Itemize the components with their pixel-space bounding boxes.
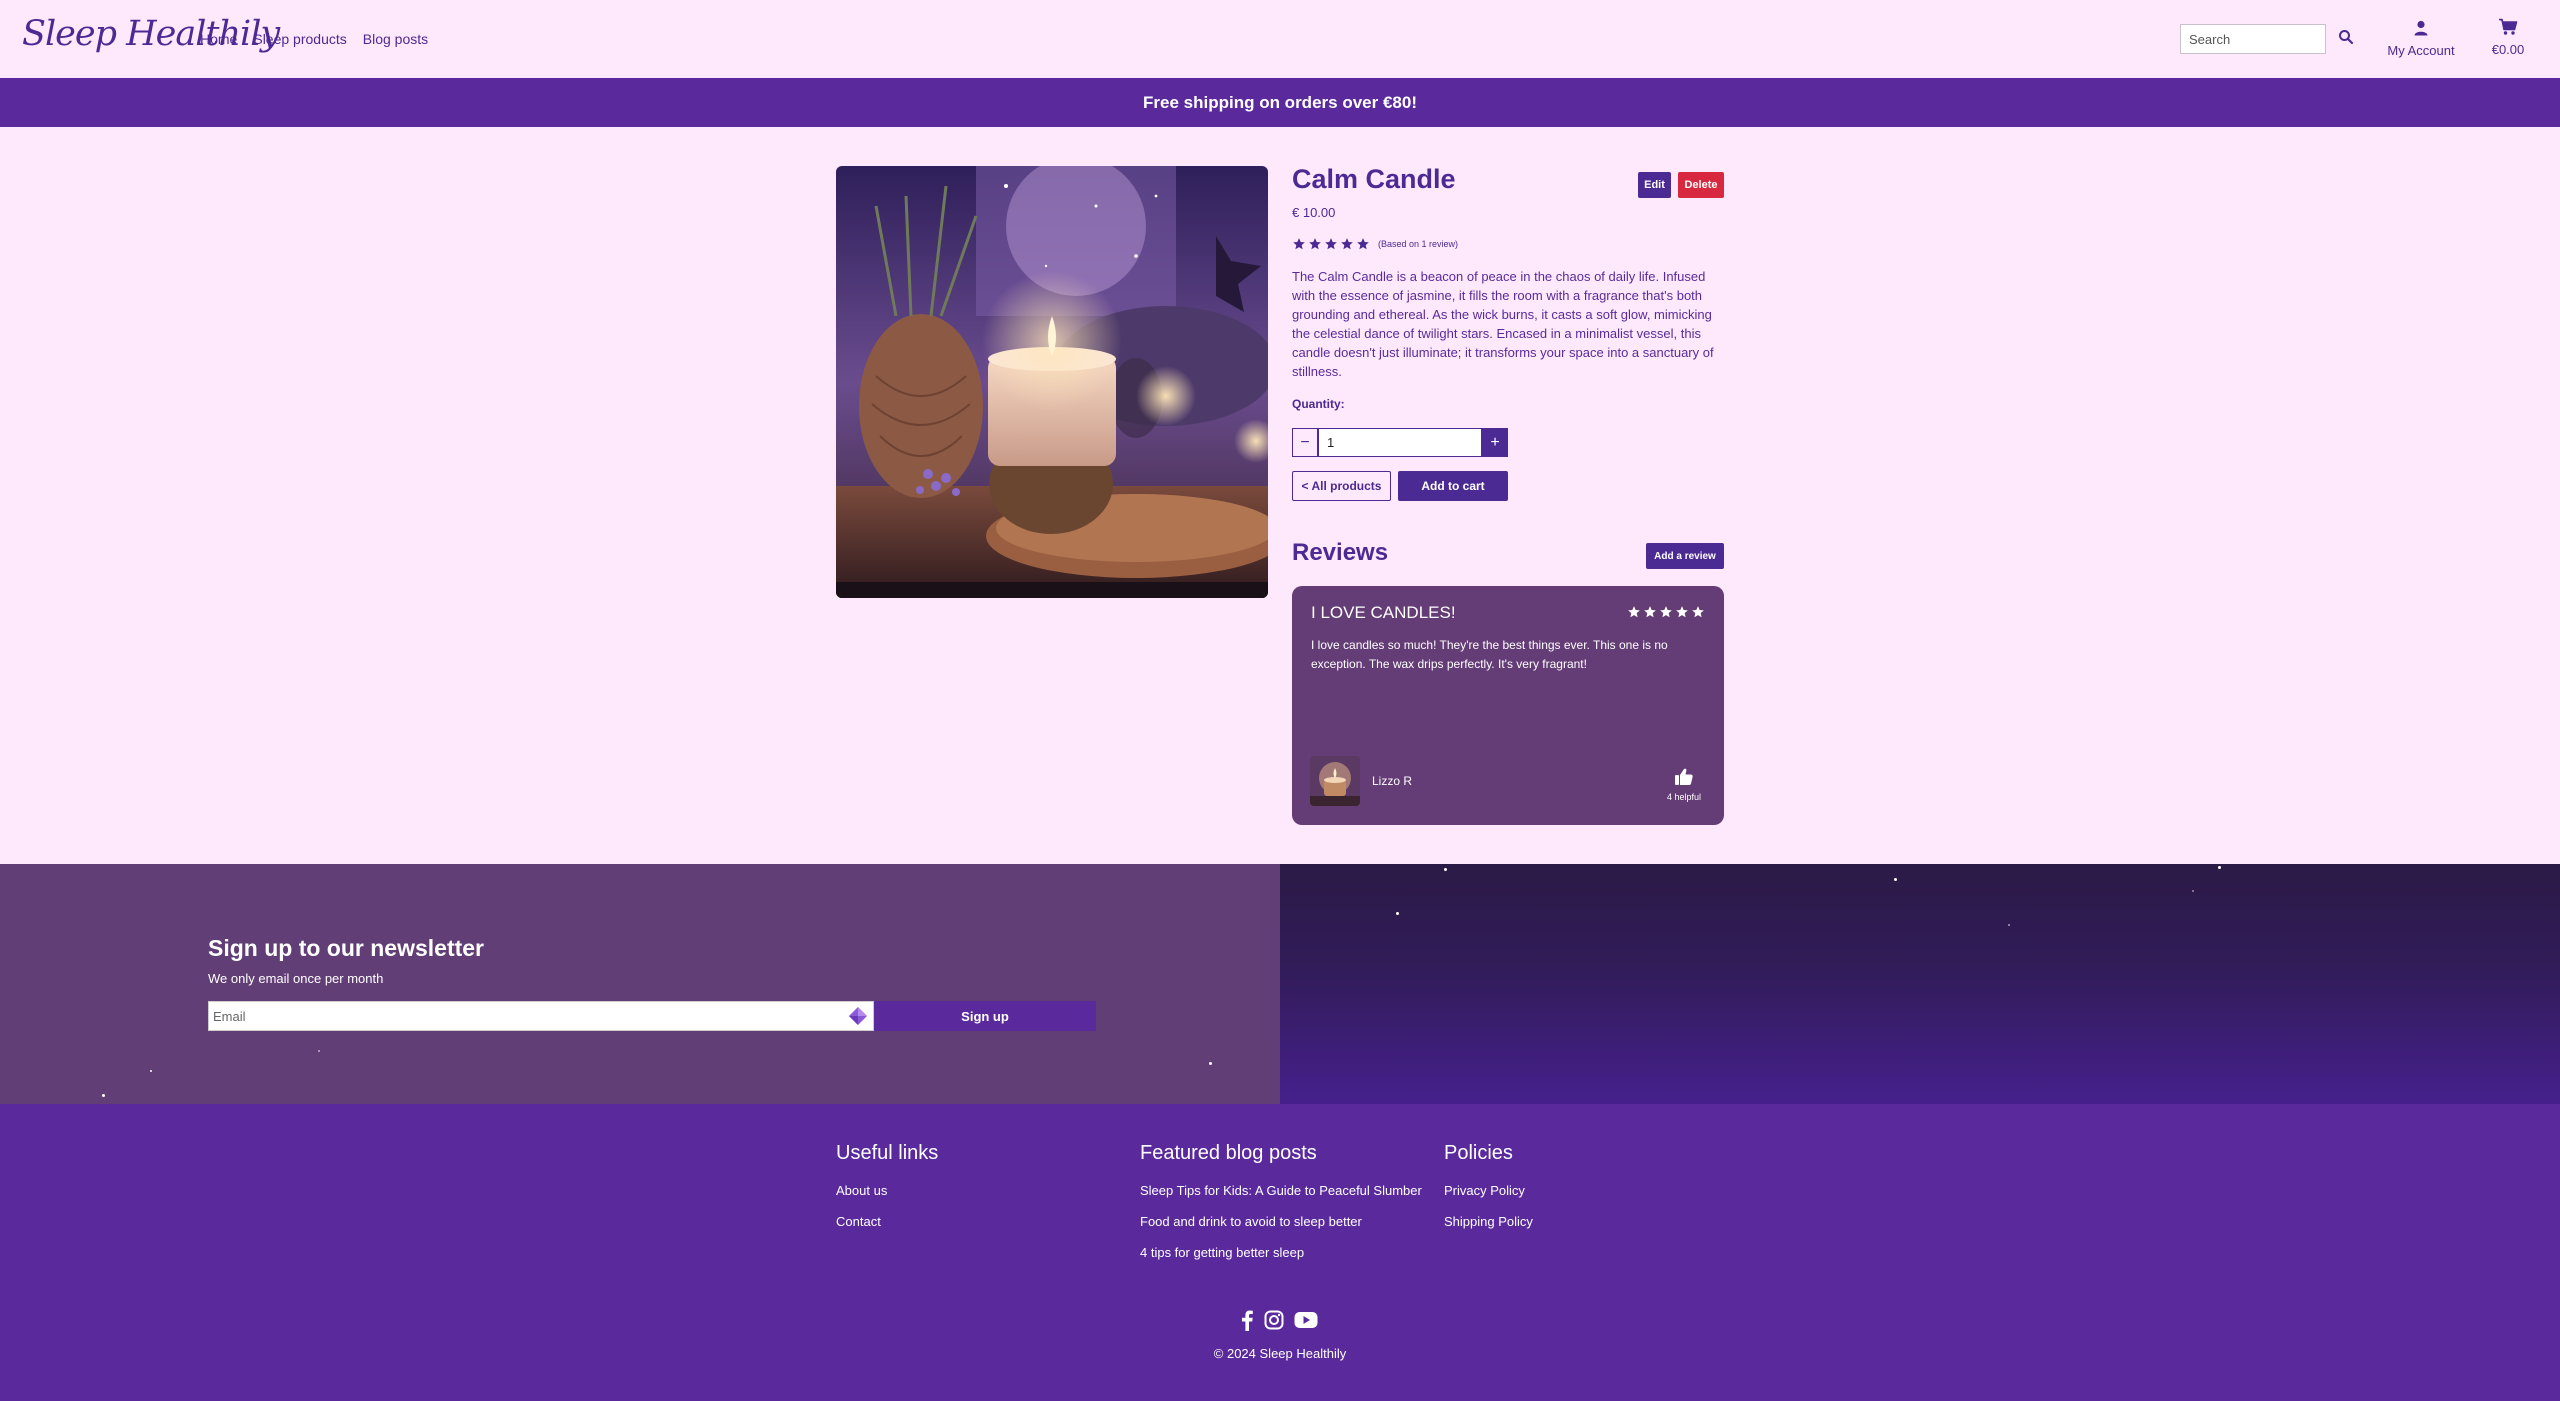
cart-icon [2499, 18, 2518, 35]
star-icon [1676, 606, 1688, 618]
search-icon [2339, 30, 2354, 45]
newsletter-signup-button[interactable]: Sign up [874, 1001, 1096, 1031]
star-decoration [1396, 912, 1399, 915]
newsletter-email-input[interactable] [208, 1001, 874, 1031]
cart-link[interactable]: €0.00 [2484, 18, 2532, 57]
review-body: I love candles so much! They're the best… [1311, 638, 1668, 671]
star-icon [1660, 606, 1672, 618]
main-nav: Home Sleep products Blog posts [200, 31, 428, 47]
footer-policies: Policies Privacy Policy Shipping Policy [1444, 1142, 1533, 1245]
star-decoration [2218, 866, 2221, 869]
quantity-label: Quantity: [1292, 397, 1345, 411]
star-icon [1341, 238, 1353, 250]
footer-link-contact[interactable]: Contact [836, 1214, 938, 1229]
reviewer-name: Lizzo R [1372, 774, 1413, 788]
footer-link-blog-3[interactable]: 4 tips for getting better sleep [1140, 1245, 1422, 1260]
footer-useful-links: Useful links About us Contact [836, 1142, 938, 1245]
all-products-button[interactable]: < All products [1292, 471, 1391, 501]
review-rating [1627, 605, 1705, 619]
star-icon [1309, 238, 1321, 250]
helpful-count: 4 helpful [1666, 792, 1702, 802]
helpful-button[interactable]: 4 helpful [1664, 768, 1704, 802]
copyright: © 2024 Sleep Healthily [1213, 1346, 1347, 1361]
edit-button[interactable]: Edit [1638, 172, 1671, 198]
add-to-cart-button[interactable]: Add to cart [1398, 471, 1508, 501]
product-title: Calm Candle [1292, 164, 1456, 194]
instagram-icon[interactable] [1264, 1310, 1284, 1330]
newsletter-title: Sign up to our newsletter [208, 935, 485, 961]
site-footer: Useful links About us Contact Featured b… [0, 1104, 2560, 1401]
facebook-icon[interactable] [1240, 1309, 1254, 1331]
product-image [836, 166, 1268, 598]
search-input[interactable] [2180, 24, 2326, 54]
social-links [1240, 1309, 1318, 1331]
star-icon [1357, 238, 1369, 250]
footer-column-title: Policies [1444, 1142, 1513, 1164]
user-icon [2414, 20, 2428, 36]
nav-blog-posts[interactable]: Blog posts [363, 31, 428, 47]
quantity-increase-button[interactable]: + [1482, 428, 1508, 457]
star-decoration [102, 1094, 105, 1097]
reviewer-avatar [1310, 756, 1360, 806]
footer-column-title: Useful links [836, 1142, 939, 1164]
star-decoration [318, 1050, 320, 1052]
add-review-button[interactable]: Add a review [1646, 543, 1724, 569]
product-rating: (Based on 1 review) [1292, 237, 1458, 251]
star-icon [1692, 606, 1704, 618]
review-card: I LOVE CANDLES! I love candles so much! … [1292, 586, 1724, 825]
footer-link-blog-2[interactable]: Food and drink to avoid to sleep better [1140, 1214, 1422, 1229]
reviews-heading: Reviews [1292, 539, 1389, 566]
quantity-decrease-button[interactable]: − [1292, 428, 1318, 457]
star-decoration [1209, 1062, 1212, 1065]
password-manager-icon[interactable] [848, 1006, 868, 1026]
account-link[interactable]: My Account [2384, 20, 2458, 58]
nav-home[interactable]: Home [200, 31, 237, 47]
quantity-input[interactable] [1318, 428, 1482, 457]
star-decoration [1894, 878, 1897, 881]
footer-link-shipping[interactable]: Shipping Policy [1444, 1214, 1533, 1229]
thumbs-up-icon [1675, 768, 1693, 785]
footer-link-about[interactable]: About us [836, 1183, 938, 1198]
footer-link-blog-1[interactable]: Sleep Tips for Kids: A Guide to Peaceful… [1140, 1183, 1422, 1198]
site-header: Sleep Healthily Home Sleep products Blog… [0, 0, 2560, 78]
newsletter-section [0, 864, 1280, 1104]
star-decoration [150, 1070, 152, 1072]
star-icon [1644, 606, 1656, 618]
star-decoration [2008, 924, 2010, 926]
star-icon [1628, 606, 1640, 618]
delete-button[interactable]: Delete [1678, 172, 1724, 198]
review-title: I LOVE CANDLES! [1311, 603, 1456, 622]
rating-note: (Based on 1 review) [1378, 239, 1459, 249]
footer-column-title: Featured blog posts [1140, 1142, 1317, 1164]
star-decoration [2192, 890, 2194, 892]
account-label: My Account [2387, 43, 2455, 58]
product-price: € 10.00 [1292, 205, 1336, 220]
nav-sleep-products[interactable]: Sleep products [253, 31, 346, 47]
footer-blog-posts: Featured blog posts Sleep Tips for Kids:… [1140, 1142, 1422, 1276]
newsletter-decoration [1280, 864, 2560, 1104]
product-description: The Calm Candle is a beacon of peace in … [1292, 269, 1714, 379]
star-icon [1325, 238, 1337, 250]
newsletter-subtitle: We only email once per month [208, 971, 384, 986]
footer-link-privacy[interactable]: Privacy Policy [1444, 1183, 1533, 1198]
star-icon [1293, 238, 1305, 250]
star-decoration [1444, 868, 1447, 871]
search-button[interactable] [2338, 29, 2358, 49]
youtube-icon[interactable] [1294, 1311, 1318, 1329]
cart-total: €0.00 [2491, 42, 2525, 57]
shipping-banner: Free shipping on orders over €80! [0, 78, 2560, 127]
